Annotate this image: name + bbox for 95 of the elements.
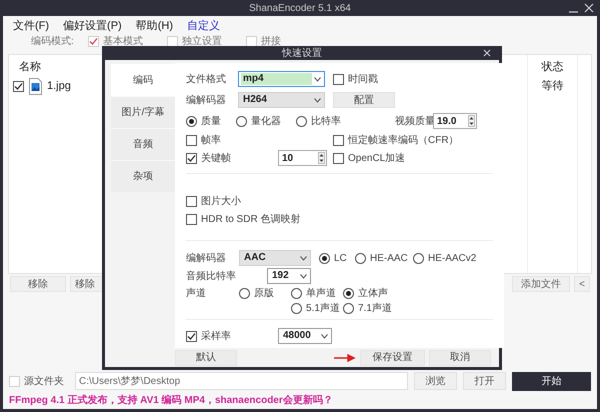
radio-label: 质量 bbox=[201, 114, 221, 128]
checkbox[interactable] bbox=[186, 214, 197, 224]
field-label: 编解码器 bbox=[186, 94, 226, 108]
status-text: 等待 bbox=[542, 78, 564, 94]
remove-button[interactable]: 移除 bbox=[10, 276, 66, 292]
action-button[interactable]: 打开 bbox=[463, 372, 506, 390]
radio-button[interactable] bbox=[343, 288, 354, 298]
checkbox[interactable] bbox=[186, 134, 197, 146]
checkbox-label: 独立设置 bbox=[182, 36, 222, 46]
radio-button[interactable] bbox=[296, 116, 307, 126]
close-icon bbox=[483, 49, 491, 57]
dropdown[interactable]: mp4 bbox=[238, 71, 325, 87]
radio-button[interactable] bbox=[236, 116, 247, 126]
radio-label: HE-AACv2 bbox=[428, 252, 476, 266]
radio-button[interactable] bbox=[186, 116, 197, 126]
dropdown[interactable]: AAC bbox=[239, 250, 311, 266]
radio-button[interactable] bbox=[239, 288, 250, 298]
radio-button[interactable] bbox=[291, 302, 302, 314]
tab[interactable]: 杂项 bbox=[111, 160, 175, 192]
checkbox-label: OpenCL加速 bbox=[348, 152, 406, 166]
dialog-button[interactable]: 默认 bbox=[175, 350, 237, 366]
dialog-button[interactable]: 保存设置 bbox=[360, 350, 425, 366]
radio-label: 7.1声道 bbox=[358, 302, 392, 316]
spin-field[interactable]: 10 bbox=[278, 150, 327, 166]
action-button[interactable]: 浏览 bbox=[414, 372, 457, 390]
dialog-button[interactable]: 取消 bbox=[429, 350, 491, 366]
spin-field[interactable]: 19.0 bbox=[433, 113, 477, 129]
field-label: 视频质量 bbox=[395, 114, 435, 128]
checkbox[interactable] bbox=[186, 330, 197, 342]
spinner-arrows-icon bbox=[318, 152, 325, 164]
collapse-button[interactable]: < bbox=[574, 276, 590, 292]
menu-item[interactable]: 文件(F) bbox=[13, 18, 50, 34]
arrow-icon bbox=[334, 354, 356, 362]
checkbox[interactable] bbox=[13, 80, 24, 92]
menu-link[interactable]: 自定义 bbox=[187, 18, 220, 34]
checkbox-label: HDR to SDR 色调映射 bbox=[201, 212, 300, 226]
checkbox-label: 图片大小 bbox=[201, 194, 241, 208]
radio-label: HE-AAC bbox=[370, 252, 408, 266]
dropdown[interactable]: 48000 bbox=[278, 328, 332, 344]
mode-label: 编码模式: bbox=[31, 36, 74, 46]
radio-button[interactable] bbox=[319, 252, 330, 264]
menu-item[interactable]: 帮助(H) bbox=[136, 18, 173, 34]
news-link[interactable]: FFmpeg 4.1 正式发布，支持 AV1 编码 MP4，shanaencoder会更新吗？ bbox=[9, 393, 333, 408]
field-label: 文件格式 bbox=[186, 72, 226, 86]
checkbox-label: 帧率 bbox=[201, 134, 221, 148]
radio-label: 比特率 bbox=[311, 114, 341, 128]
radio-label: 立体声 bbox=[358, 286, 388, 300]
spinner-arrows-icon bbox=[468, 115, 475, 127]
image-file-icon bbox=[29, 78, 42, 94]
dialog-title: 快速设置 bbox=[282, 46, 322, 60]
radio-button[interactable] bbox=[343, 302, 354, 314]
config-button[interactable]: 配置 bbox=[333, 92, 395, 108]
dropdown[interactable]: H264 bbox=[238, 92, 325, 108]
radio-button[interactable] bbox=[291, 288, 302, 298]
checkbox-label: 时间戳 bbox=[348, 72, 378, 86]
checkbox-label: 恒定帧速率编码（CFR） bbox=[348, 134, 459, 148]
checkbox[interactable] bbox=[186, 196, 197, 206]
radio-label: 量化器 bbox=[251, 114, 281, 128]
menu-item[interactable]: 偏好设置(P) bbox=[63, 18, 122, 34]
close-icon bbox=[584, 2, 594, 14]
checkbox-label: 源文件夹 bbox=[24, 374, 64, 388]
path-field[interactable]: C:\Users\梦梦\Desktop bbox=[75, 372, 408, 390]
checkbox[interactable] bbox=[186, 152, 197, 164]
field-label: 编解码器 bbox=[186, 252, 226, 266]
tab[interactable]: 音频 bbox=[111, 128, 175, 160]
chevron-down-icon bbox=[321, 334, 328, 338]
checkbox[interactable] bbox=[333, 152, 344, 164]
window-title: ShanaEncoder 5.1 x64 bbox=[249, 2, 351, 16]
checkbox-label: 采样率 bbox=[201, 330, 231, 344]
checkbox[interactable] bbox=[333, 74, 344, 84]
radio-button[interactable] bbox=[413, 252, 424, 264]
radio-button[interactable] bbox=[355, 252, 366, 264]
chevron-down-icon bbox=[300, 256, 307, 260]
tab[interactable]: 编码 bbox=[111, 64, 175, 96]
chevron-down-icon bbox=[314, 76, 321, 82]
chevron-down-icon bbox=[300, 274, 307, 278]
field-label: 声道 bbox=[186, 286, 206, 300]
file-name: 1.jpg bbox=[47, 78, 71, 94]
checkbox-label: 拼接 bbox=[260, 36, 281, 46]
checkbox[interactable] bbox=[333, 134, 344, 146]
checkbox-label: 关键帧 bbox=[201, 152, 231, 166]
radio-label: 单声道 bbox=[306, 286, 336, 300]
radio-label: 原版 bbox=[254, 286, 274, 300]
chevron-down-icon bbox=[314, 98, 321, 102]
field-label: 音频比特率 bbox=[186, 270, 236, 284]
radio-label: 5.1声道 bbox=[306, 302, 340, 316]
column-header: 名称 bbox=[19, 60, 42, 75]
dropdown[interactable]: 192 bbox=[267, 268, 311, 284]
column-header: 状态 bbox=[542, 60, 564, 75]
start-button[interactable]: 开始 bbox=[512, 372, 591, 390]
minimize-icon bbox=[569, 11, 578, 13]
radio-label: LC bbox=[334, 252, 347, 266]
tab[interactable]: 图片/字幕 bbox=[111, 96, 175, 128]
checkbox-label: 基本模式 bbox=[102, 36, 143, 46]
add-file-button[interactable]: 添加文件 bbox=[512, 276, 570, 292]
